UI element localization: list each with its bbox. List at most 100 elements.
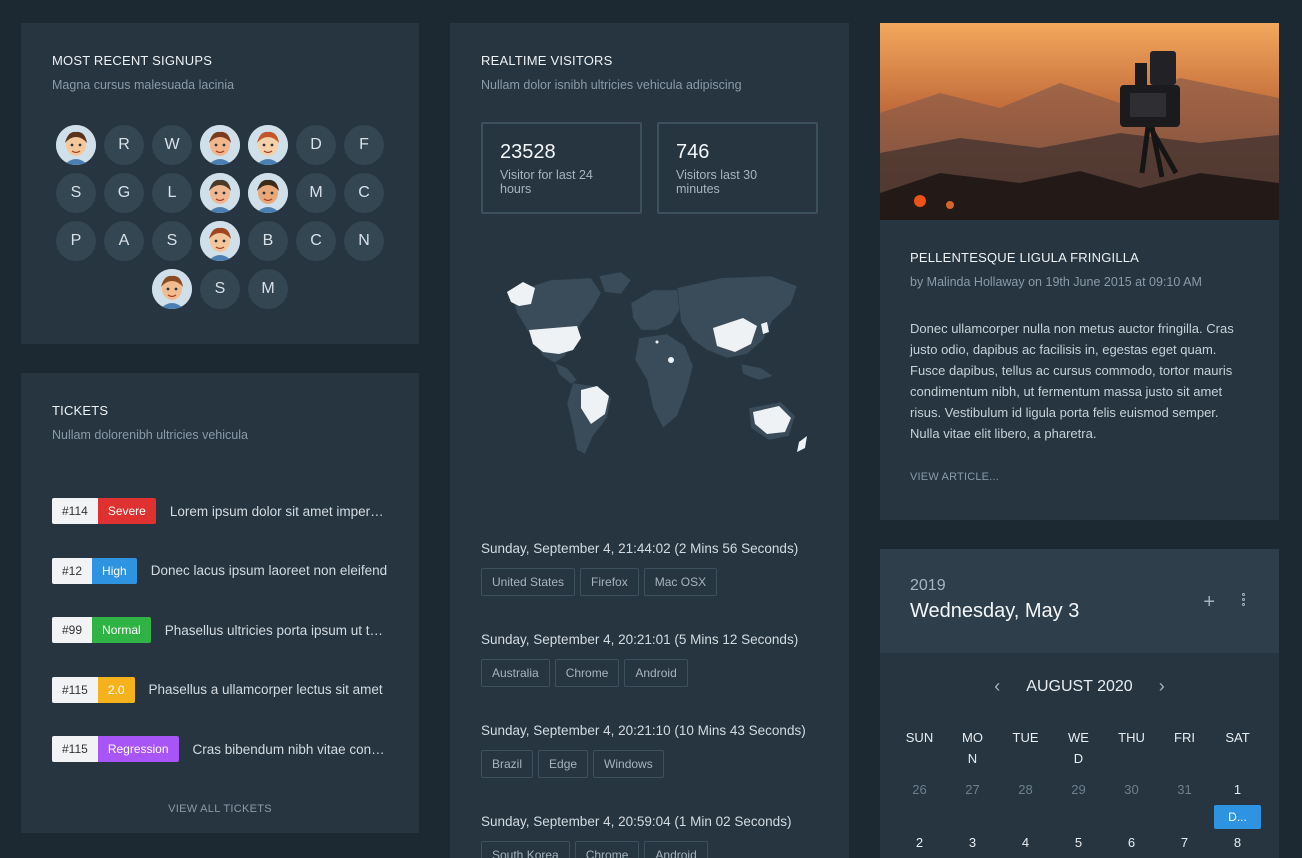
avatar-image	[200, 125, 240, 165]
avatar[interactable]: F	[344, 125, 384, 165]
calendar-grid: SUN MON TUE WED THU FRI SAT 26 27 28 29 …	[893, 727, 1279, 858]
calendar-day[interactable]: 3	[946, 822, 999, 858]
ticket-id: #12	[52, 557, 93, 584]
ticket-row[interactable]: #115 2.0 Phasellus a ullamcorper lectus si…	[52, 676, 389, 703]
ticket-summary[interactable]: Lorem ipsum dolor sit amet imperdiet	[170, 504, 388, 519]
avatar[interactable]: M	[296, 173, 336, 213]
ticket-row[interactable]: #115 Regression Cras bibendum nibh vitae c…	[52, 736, 388, 762]
weekday-header: THU	[1118, 730, 1145, 745]
avatar[interactable]: W	[152, 125, 192, 165]
calendar-day[interactable]: 5	[1052, 822, 1105, 858]
view-article-link[interactable]: VIEW ARTICLE...	[910, 471, 1249, 483]
ticket-priority-badge: Regression	[97, 736, 179, 762]
avatar-initial: C	[358, 184, 370, 201]
weekday-header: FRI	[1174, 730, 1195, 745]
calendar-day[interactable]: 2	[893, 822, 946, 858]
avatar-initial: A	[118, 232, 130, 249]
visit-time: Sunday, September 4, 20:59:04 (1 Min 02 …	[481, 814, 792, 829]
visit-tag-country: Australia	[481, 659, 550, 687]
avatar-row: PASBCN	[21, 221, 419, 261]
avatar[interactable]: S	[152, 221, 192, 261]
ticket-id: #99	[52, 617, 93, 643]
visit-tags: United States Firefox Mac OSX	[481, 568, 798, 596]
ticket-summary[interactable]: Phasellus a ullamcorper lectus sit amet	[149, 682, 389, 697]
avatar[interactable]: C	[296, 221, 336, 261]
visit-entry: Sunday, September 4, 21:44:02 (2 Mins 56…	[481, 541, 798, 596]
avatar[interactable]	[200, 221, 240, 261]
calendar-day[interactable]: 31	[1158, 769, 1211, 822]
calendar-selected-date: Wednesday, May 3	[910, 600, 1080, 622]
ticket-row[interactable]: #114 Severe Lorem ipsum dolor sit amet imp…	[52, 498, 388, 524]
prev-month-icon[interactable]: ‹	[994, 676, 1000, 697]
article-body: Donec ullamcorper nulla non metus auctor…	[910, 321, 1234, 441]
avatar[interactable]: S	[56, 173, 96, 213]
calendar-day[interactable]: 29	[1052, 769, 1105, 822]
calendar-day[interactable]: 7	[1158, 822, 1211, 858]
calendar-day[interactable]: 8	[1211, 822, 1264, 858]
avatar-image	[200, 221, 240, 261]
avatar[interactable]: D	[296, 125, 336, 165]
calendar-day[interactable]: 27	[946, 769, 999, 822]
ticket-priority-badge: 2.0	[97, 676, 135, 703]
avatar[interactable]: N	[344, 221, 384, 261]
weekday-header: SUN	[905, 730, 934, 745]
avatar[interactable]: G	[104, 173, 144, 213]
avatar-initial: M	[261, 280, 275, 297]
visit-entry: Sunday, September 4, 20:59:04 (1 Min 02 …	[481, 814, 791, 858]
visit-tag-browser: Chrome	[574, 841, 640, 858]
calendar-day[interactable]: 26	[893, 769, 946, 822]
avatar-initial: S	[214, 280, 226, 297]
ticket-priority-badge: Severe	[97, 498, 156, 524]
ticket-row[interactable]: #99 Normal Phasellus ultricies porta ipsum…	[52, 617, 388, 643]
calendar-day[interactable]: 4	[999, 822, 1052, 858]
avatar-initial: W	[164, 136, 180, 153]
add-event-icon[interactable]: +	[1203, 591, 1215, 614]
view-all-tickets-link[interactable]: VIEW ALL TICKETS	[21, 803, 419, 815]
ticket-list: #114 Severe Lorem ipsum dolor sit amet imp…	[52, 498, 388, 762]
calendar-day[interactable]: 28	[999, 769, 1052, 822]
avatar[interactable]: L	[152, 173, 192, 213]
avatar[interactable]	[152, 269, 192, 309]
ticket-row[interactable]: #12 High Donec lacus ipsum laoreet non ele…	[52, 557, 388, 584]
avatar-initial: S	[166, 232, 178, 249]
visit-tag-browser: Chrome	[554, 659, 620, 687]
avatar-initial: N	[358, 232, 370, 249]
ticket-summary[interactable]: Cras bibendum nibh vitae convallis	[193, 742, 388, 757]
avatar[interactable]	[200, 173, 240, 213]
avatar[interactable]: P	[56, 221, 96, 261]
tickets-card: TICKETS Nullam dolorenibh ultricies vehi…	[21, 373, 419, 833]
calendar-day-with-event[interactable]: 1 D...	[1211, 769, 1264, 829]
next-month-icon[interactable]: ›	[1159, 676, 1165, 697]
avatar-row: SGLMC	[21, 173, 419, 213]
avatar[interactable]	[200, 125, 240, 165]
more-options-icon[interactable]	[1242, 593, 1245, 606]
calendar-month: AUGUST 2020	[1026, 677, 1133, 695]
avatar[interactable]: R	[104, 125, 144, 165]
ticket-summary[interactable]: Phasellus ultricies porta ipsum ut tempo…	[165, 623, 388, 638]
visit-tag-os: Windows	[593, 750, 664, 778]
avatar-initial: M	[309, 184, 323, 201]
avatar-image	[56, 125, 96, 165]
signup-avatar-grid: R W D F S G L M C P A S B C N S M	[21, 125, 419, 317]
calendar-day[interactable]: 6	[1105, 822, 1158, 858]
avatar[interactable]: C	[344, 173, 384, 213]
avatar[interactable]	[248, 173, 288, 213]
calendar-day-number: 1	[1233, 782, 1242, 797]
tickets-title: TICKETS	[52, 403, 109, 418]
ticket-summary[interactable]: Donec lacus ipsum laoreet non eleifend	[151, 563, 388, 578]
avatar[interactable]: A	[104, 221, 144, 261]
avatar[interactable]	[56, 125, 96, 165]
avatar[interactable]	[248, 125, 288, 165]
avatar-initial: G	[117, 184, 131, 201]
avatar-initial: C	[310, 232, 322, 249]
avatar[interactable]: M	[248, 269, 288, 309]
avatar-initial: L	[167, 184, 177, 201]
avatar[interactable]: B	[248, 221, 288, 261]
avatar-initial: D	[310, 136, 322, 153]
avatar[interactable]: S	[200, 269, 240, 309]
visit-tag-browser: Firefox	[580, 568, 639, 596]
calendar-day[interactable]: 30	[1105, 769, 1158, 822]
stat-30m-label: Visitors last 30 minutes	[676, 168, 758, 196]
realtime-visitors-card: REALTIME VISITORS Nullam dolor isnibh ul…	[450, 23, 849, 858]
visit-tag-os: Android	[644, 841, 708, 858]
